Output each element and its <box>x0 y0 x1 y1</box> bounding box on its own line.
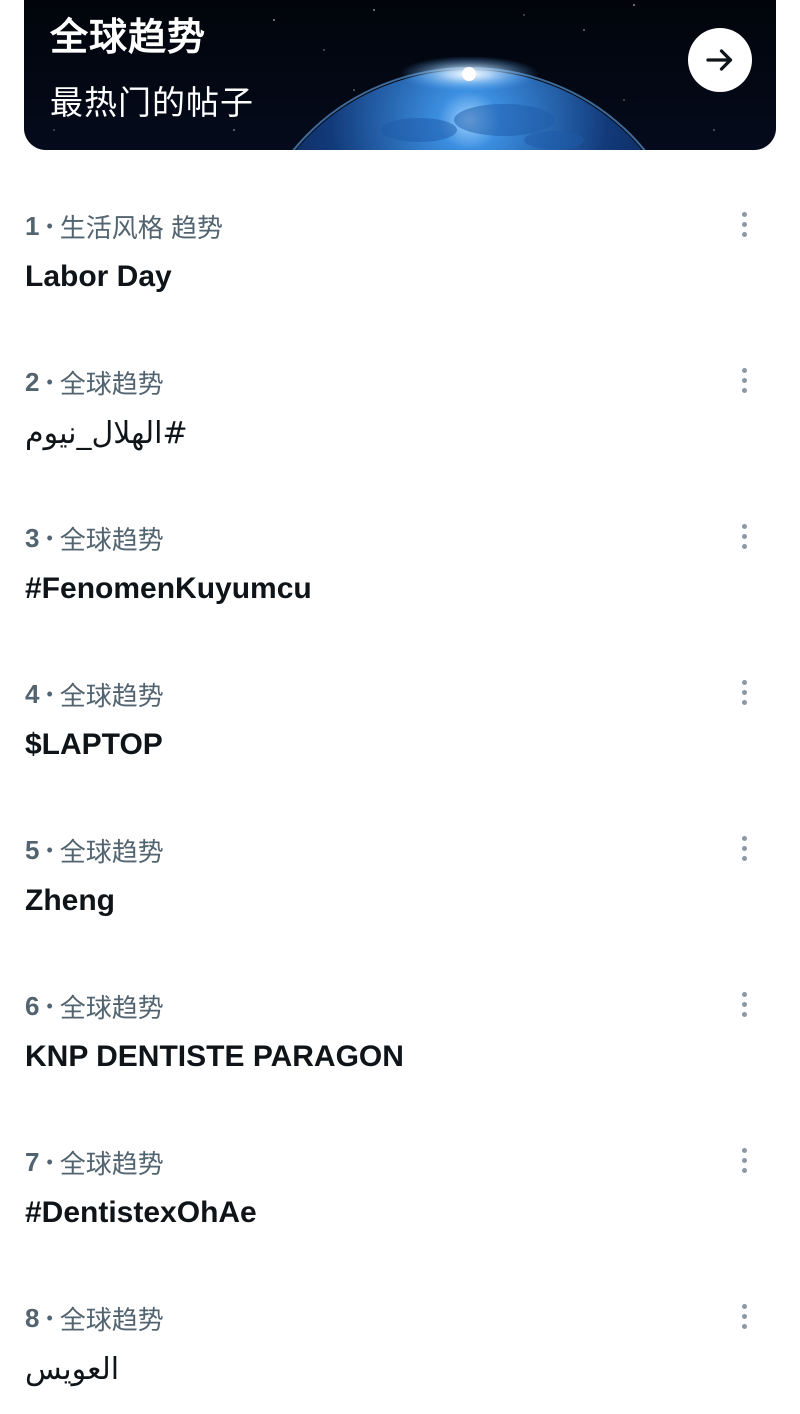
more-dot <box>741 543 747 549</box>
trend-rank: 2 <box>25 367 40 397</box>
trend-name[interactable]: #الهلال_نيوم <box>25 416 188 451</box>
separator-dot: • <box>46 840 53 860</box>
separator-dot: • <box>46 684 53 704</box>
more-dot <box>741 679 747 685</box>
more-dot <box>741 1147 747 1153</box>
trend-rank: 6 <box>25 991 40 1021</box>
trend-rank: 8 <box>25 1303 40 1333</box>
trend-name[interactable]: #DentistexOhAe <box>25 1196 257 1230</box>
more-vertical-icon <box>741 1303 747 1329</box>
trend-category: 全球趋势 <box>59 525 164 555</box>
trend-item[interactable]: 6 • 全球趋势 KNP DENTISTE PARAGON <box>0 954 800 1110</box>
more-dot <box>741 1313 747 1319</box>
trend-category: 全球趋势 <box>59 369 164 399</box>
arrow-right-icon <box>706 49 733 71</box>
more-options-button[interactable] <box>728 516 760 556</box>
more-vertical-icon <box>741 1147 747 1173</box>
separator-dot: • <box>46 996 53 1016</box>
more-dot <box>741 991 747 997</box>
separator-dot: • <box>46 528 53 548</box>
trend-name[interactable]: KNP DENTISTE PARAGON <box>25 1040 404 1074</box>
more-dot <box>741 1001 747 1007</box>
more-dot <box>741 387 747 393</box>
more-dot <box>741 367 747 373</box>
trend-list: 1 • 生活风格 趋势 Labor Day 2 • 全球趋势 #الهلال_نيوم 3 • 全球… <box>0 174 800 1414</box>
trend-category: 全球趋势 <box>59 1305 164 1335</box>
trend-item[interactable]: 7 • 全球趋势 #DentistexOhAe <box>0 1110 800 1266</box>
trend-name[interactable]: Labor Day <box>25 260 172 294</box>
more-vertical-icon <box>741 211 747 237</box>
trend-rank: 1 <box>25 211 40 241</box>
more-dot <box>741 211 747 217</box>
banner-subtitle: 最热门的帖子 <box>50 84 254 121</box>
trend-rank: 5 <box>25 835 40 865</box>
more-vertical-icon <box>741 991 747 1017</box>
trend-meta: 3 • 全球趋势 <box>25 520 164 557</box>
trend-category: 全球趋势 <box>59 1149 164 1179</box>
trend-item[interactable]: 4 • 全球趋势 $LAPTOP <box>0 642 800 798</box>
more-dot <box>741 1157 747 1163</box>
open-global-trends-button[interactable] <box>688 28 752 92</box>
trend-meta: 8 • 全球趋势 <box>25 1300 164 1337</box>
separator-dot: • <box>46 216 53 236</box>
more-dot <box>741 1303 747 1309</box>
more-dot <box>741 845 747 851</box>
trend-meta: 4 • 全球趋势 <box>25 676 164 713</box>
trend-item[interactable]: 5 • 全球趋势 Zheng <box>0 798 800 954</box>
more-options-button[interactable] <box>728 360 760 400</box>
more-dot <box>741 231 747 237</box>
trend-category: 全球趋势 <box>59 993 164 1023</box>
more-dot <box>741 689 747 695</box>
more-dot <box>741 1167 747 1173</box>
trend-category: 生活风格 趋势 <box>59 213 224 243</box>
explore-trends-page: 全球趋势 最热门的帖子 1 • 生活风格 趋势 Labor Day 2 • 全球趋势 #اله… <box>0 0 800 1414</box>
trend-name[interactable]: $LAPTOP <box>25 728 163 762</box>
more-dot <box>741 855 747 861</box>
more-dot <box>741 533 747 539</box>
trend-item[interactable]: 2 • 全球趋势 #الهلال_نيوم <box>0 330 800 486</box>
trend-rank: 4 <box>25 679 40 709</box>
more-options-button[interactable] <box>728 204 760 244</box>
more-options-button[interactable] <box>728 984 760 1024</box>
trend-category: 全球趋势 <box>59 681 164 711</box>
more-dot <box>741 221 747 227</box>
more-vertical-icon <box>741 835 747 861</box>
more-dot <box>741 523 747 529</box>
separator-dot: • <box>46 1152 53 1172</box>
more-vertical-icon <box>741 679 747 705</box>
trend-item[interactable]: 3 • 全球趋势 #FenomenKuyumcu <box>0 486 800 642</box>
more-dot <box>741 1011 747 1017</box>
trend-rank: 3 <box>25 523 40 553</box>
trend-category: 全球趋势 <box>59 837 164 867</box>
more-vertical-icon <box>741 367 747 393</box>
more-options-button[interactable] <box>728 1140 760 1180</box>
more-options-button[interactable] <box>728 828 760 868</box>
trend-meta: 1 • 生活风格 趋势 <box>25 208 223 245</box>
trend-name[interactable]: العويس <box>25 1352 119 1387</box>
trend-rank: 7 <box>25 1147 40 1177</box>
trend-meta: 2 • 全球趋势 <box>25 364 164 401</box>
more-dot <box>741 835 747 841</box>
trend-name[interactable]: #FenomenKuyumcu <box>25 572 312 606</box>
trend-name[interactable]: Zheng <box>25 884 115 918</box>
trend-meta: 5 • 全球趋势 <box>25 832 164 869</box>
trend-meta: 6 • 全球趋势 <box>25 988 164 1025</box>
more-options-button[interactable] <box>728 1296 760 1336</box>
separator-dot: • <box>46 1308 53 1328</box>
banner-title: 全球趋势 <box>50 17 207 59</box>
separator-dot: • <box>46 372 53 392</box>
more-dot <box>741 699 747 705</box>
more-dot <box>741 1323 747 1329</box>
global-trends-banner[interactable]: 全球趋势 最热门的帖子 <box>24 0 776 150</box>
more-options-button[interactable] <box>728 672 760 712</box>
more-vertical-icon <box>741 523 747 549</box>
trend-meta: 7 • 全球趋势 <box>25 1144 164 1181</box>
trend-item[interactable]: 1 • 生活风格 趋势 Labor Day <box>0 174 800 330</box>
more-dot <box>741 377 747 383</box>
trend-item[interactable]: 8 • 全球趋势 العويس <box>0 1266 800 1414</box>
